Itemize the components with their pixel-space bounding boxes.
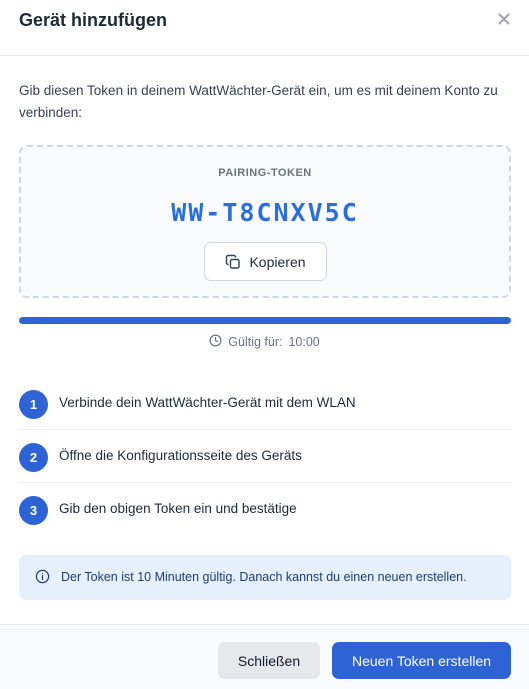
validity-label: Gültig für: (228, 335, 283, 349)
token-value: WW-T8CNXV5C (171, 198, 359, 227)
info-icon (35, 569, 50, 589)
copy-button-label: Kopieren (249, 253, 306, 270)
step-item: 2 Öffne die Konfigurationsseite des Gerä… (19, 430, 511, 483)
step-item: 3 Gib den obigen Token ein und bestätige (19, 483, 511, 536)
step-text: Gib den obigen Token ein und bestätige (59, 501, 297, 516)
token-label: PAIRING-TOKEN (218, 167, 312, 179)
step-text: Öffne die Konfigurationsseite des Geräts (59, 448, 302, 463)
instruction-steps: 1 Verbinde dein WattWächter-Gerät mit de… (19, 377, 511, 536)
dialog-title: Gerät hinzufügen (19, 10, 167, 30)
close-icon[interactable] (494, 9, 514, 29)
validity-progress-fill (19, 317, 511, 324)
add-device-dialog: Gerät hinzufügen Gib diesen Token in dei… (0, 0, 529, 689)
intro-text: Gib diesen Token in deinem WattWächter-G… (19, 83, 498, 120)
dialog-footer: Schließen Neuen Token erstellen (0, 624, 529, 689)
new-token-button[interactable]: Neuen Token erstellen (332, 642, 511, 679)
validity-value: 10:00 (288, 335, 320, 349)
pairing-token-box: PAIRING-TOKEN WW-T8CNXV5C Kopieren (19, 145, 511, 298)
dialog-header: Gerät hinzufügen (0, 0, 529, 56)
step-item: 1 Verbinde dein WattWächter-Gerät mit de… (19, 377, 511, 430)
copy-icon (225, 254, 241, 270)
step-number: 1 (19, 390, 48, 419)
step-number: 2 (19, 443, 48, 472)
clock-icon (209, 334, 222, 350)
validity-timer: Gültig für: 10:00 (0, 334, 529, 350)
step-number: 3 (19, 496, 48, 525)
step-text: Verbinde dein WattWächter-Gerät mit dem … (59, 395, 356, 410)
validity-progress-bar (19, 317, 511, 324)
info-notice: Der Token ist 10 Minuten gültig. Danach … (19, 555, 511, 600)
copy-button[interactable]: Kopieren (204, 242, 327, 281)
info-text: Der Token ist 10 Minuten gültig. Danach … (61, 570, 467, 584)
close-button[interactable]: Schließen (218, 642, 320, 679)
